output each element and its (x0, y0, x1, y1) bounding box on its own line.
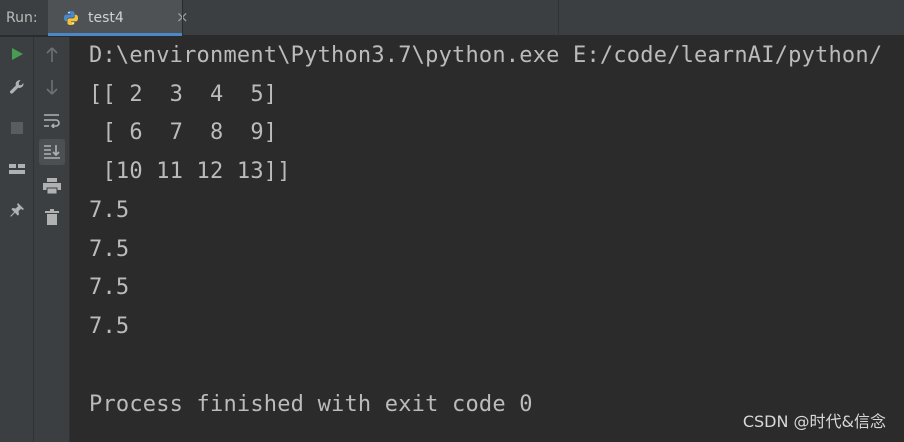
console-line: Process finished with exit code 0 (89, 392, 533, 417)
console-line: [[ 2 3 4 5] (89, 82, 278, 107)
console-line: 7.5 (89, 314, 130, 339)
console-actions-toolbar (34, 37, 70, 442)
stop-icon[interactable] (7, 118, 27, 138)
run-icon[interactable] (7, 44, 27, 64)
python-file-icon (63, 10, 79, 30)
run-label: Run: (6, 10, 38, 26)
console-line: 7.5 (89, 237, 130, 262)
console-output[interactable]: D:\environment\Python3.7\python.exe E:/c… (70, 37, 904, 442)
layout-icon[interactable] (7, 159, 27, 179)
wrench-icon[interactable] (7, 77, 27, 97)
header-divider (558, 0, 559, 36)
arrow-down-icon[interactable] (42, 77, 62, 97)
console-line: [ 6 7 8 9] (89, 120, 278, 145)
console-line: 7.5 (89, 275, 130, 300)
pin-icon[interactable] (7, 200, 27, 220)
soft-wrap-icon[interactable] (42, 110, 62, 130)
arrow-up-icon[interactable] (42, 45, 62, 65)
tab-test4[interactable]: test4 × (48, 0, 189, 36)
print-icon[interactable] (42, 176, 62, 196)
run-actions-toolbar (0, 37, 34, 442)
console-line: [10 11 12 13]] (89, 159, 291, 184)
run-tool-window-header: Run: test4 × (0, 0, 904, 36)
trash-icon[interactable] (42, 207, 62, 227)
tab-label: test4 (88, 10, 124, 26)
console-line: D:\environment\Python3.7\python.exe E:/c… (89, 43, 883, 68)
header-divider (182, 0, 183, 36)
scroll-to-end-icon[interactable] (39, 139, 65, 165)
watermark: CSDN @时代&信念 (742, 412, 886, 431)
console-line: 7.5 (89, 198, 130, 223)
